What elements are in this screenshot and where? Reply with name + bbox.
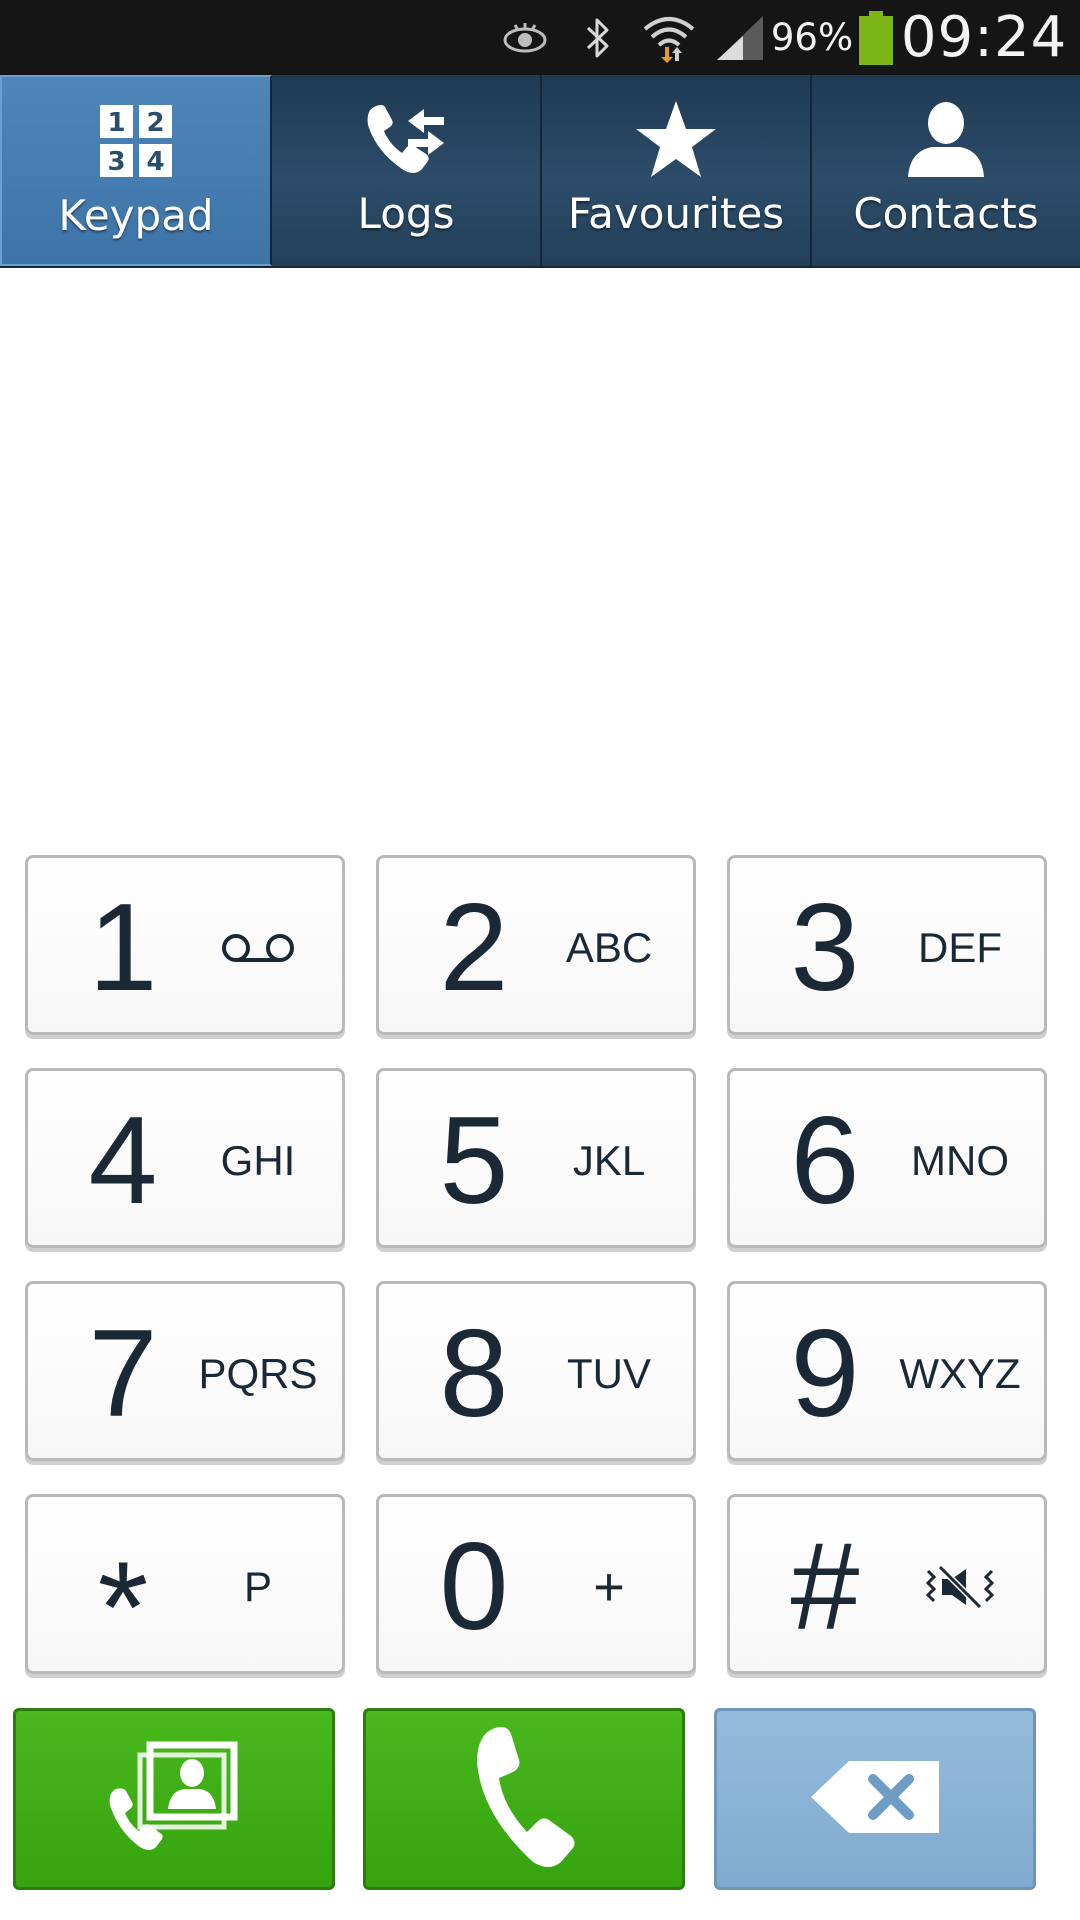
phone-call-icon (469, 1722, 579, 1876)
voicemail-icon (178, 858, 338, 1038)
key-letters: WXYZ (899, 1350, 1021, 1397)
tab-logs[interactable]: Logs (272, 75, 542, 266)
key-digit: 9 (790, 1305, 860, 1443)
key-digit: 5 (439, 1092, 509, 1230)
key-hash[interactable]: # (727, 1494, 1047, 1674)
contact-icon (812, 99, 1080, 179)
signal-icon (712, 0, 768, 75)
key-digit: 6 (790, 1092, 860, 1230)
key-6[interactable]: 6 MNO (727, 1068, 1047, 1248)
status-bar: 96% 09:24 (0, 0, 1080, 75)
key-digit: 8 (439, 1305, 509, 1443)
svg-text:4: 4 (146, 147, 164, 177)
call-button[interactable] (363, 1708, 685, 1890)
tab-keypad[interactable]: 1 2 3 4 Keypad (0, 75, 272, 266)
battery-icon (856, 0, 896, 75)
tab-bar: 1 2 3 4 Keypad Logs Favourites Contacts (0, 75, 1080, 268)
key-letters: DEF (918, 924, 1002, 971)
clock: 09:24 (900, 5, 1068, 70)
delete-button[interactable] (714, 1708, 1036, 1890)
key-digit: 4 (88, 1092, 158, 1230)
key-letters: + (593, 1557, 625, 1617)
tab-favourites[interactable]: Favourites (542, 75, 812, 266)
dialer-screen: 96% 09:24 1 2 3 4 Keypad Logs Favourites… (0, 0, 1080, 1920)
key-2[interactable]: 2 ABC (376, 855, 696, 1035)
video-call-button[interactable] (13, 1708, 335, 1890)
key-digit: * (97, 1534, 149, 1680)
svg-text:2: 2 (146, 108, 164, 138)
key-letters: JKL (572, 1137, 646, 1184)
key-5[interactable]: 5 JKL (376, 1068, 696, 1248)
key-digit: 1 (88, 879, 158, 1017)
key-letters: P (243, 1563, 272, 1610)
key-letters: GHI (220, 1137, 296, 1184)
key-8[interactable]: 8 TUV (376, 1281, 696, 1461)
star-icon (542, 99, 810, 179)
key-7[interactable]: 7 PQRS (25, 1281, 345, 1461)
wifi-icon (640, 0, 698, 75)
key-digit: 0 (439, 1518, 509, 1656)
backspace-icon (807, 1757, 943, 1841)
key-3[interactable]: 3 DEF (727, 855, 1047, 1035)
tab-contacts[interactable]: Contacts (812, 75, 1080, 266)
key-letters: TUV (567, 1350, 651, 1397)
key-letters: ABC (565, 924, 653, 971)
key-star[interactable]: * P (25, 1494, 345, 1680)
contact-card-call-icon (106, 1739, 242, 1859)
tab-label: Logs (357, 189, 455, 238)
tab-label: Keypad (58, 191, 214, 240)
tab-label: Contacts (853, 189, 1039, 238)
key-digit: # (790, 1518, 860, 1656)
key-1[interactable]: 1 (25, 855, 345, 1035)
key-digit: 7 (88, 1305, 158, 1443)
battery-percent: 96% (770, 16, 854, 59)
tab-label: Favourites (567, 189, 785, 238)
key-digit: 2 (439, 879, 509, 1017)
bluetooth-icon (578, 0, 618, 75)
eye-icon (496, 0, 554, 75)
key-4[interactable]: 4 GHI (25, 1068, 345, 1248)
svg-text:1: 1 (107, 108, 125, 138)
call-logs-icon (272, 99, 540, 179)
svg-text:3: 3 (107, 147, 125, 177)
keypad-icon: 1 2 3 4 (2, 101, 270, 181)
key-letters: PQRS (198, 1350, 318, 1397)
vibrate-mute-icon (880, 1497, 1040, 1677)
key-9[interactable]: 9 WXYZ (727, 1281, 1047, 1461)
key-0[interactable]: 0 + (376, 1494, 696, 1674)
key-letters: MNO (911, 1137, 1009, 1184)
key-digit: 3 (790, 879, 860, 1017)
number-display[interactable] (0, 268, 1080, 848)
